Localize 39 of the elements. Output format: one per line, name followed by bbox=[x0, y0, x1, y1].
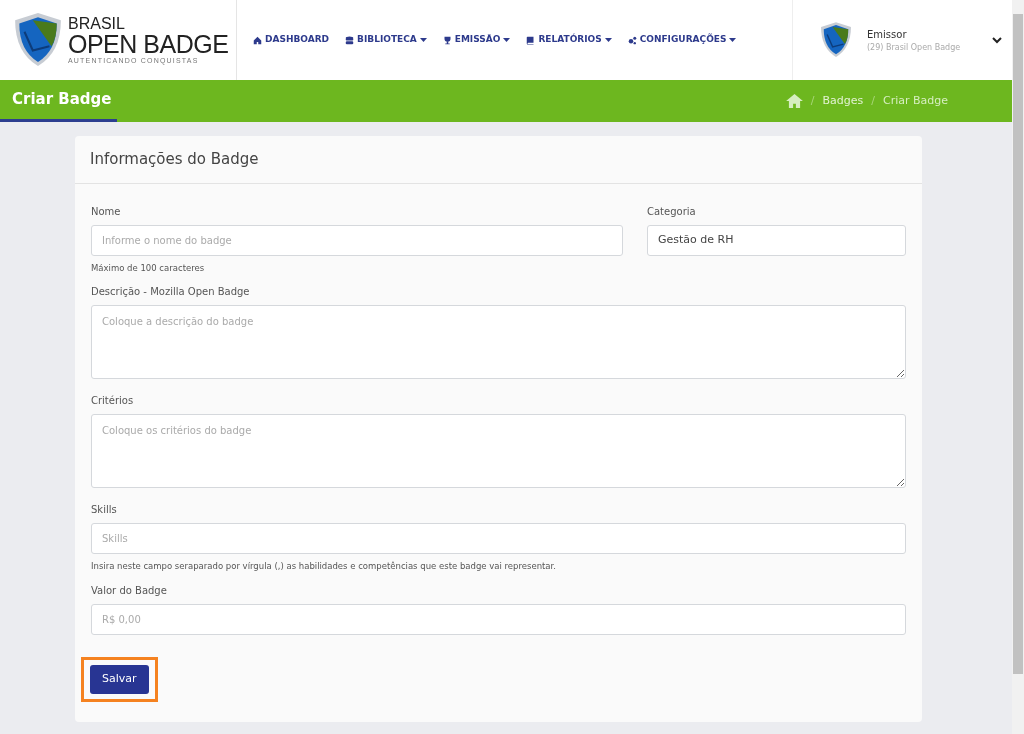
save-button[interactable]: Salvar bbox=[90, 665, 149, 694]
breadcrumb-current: Criar Badge bbox=[882, 92, 948, 109]
chevron-down-icon[interactable] bbox=[992, 36, 1003, 44]
field-label: Categoria bbox=[647, 204, 697, 219]
text-area[interactable]: Coloque a descrição do badge bbox=[91, 305, 906, 380]
input-field[interactable]: Skills bbox=[91, 523, 906, 555]
field-label: Critérios bbox=[91, 394, 135, 409]
field-label: Skills bbox=[91, 503, 118, 518]
trophy-icon bbox=[442, 35, 452, 45]
nav-link[interactable]: DASHBOARD bbox=[253, 33, 330, 47]
input-field[interactable]: R$ 0,00 bbox=[91, 604, 906, 635]
home-icon[interactable] bbox=[785, 94, 803, 108]
book-icon bbox=[526, 35, 536, 45]
database-icon bbox=[345, 35, 355, 45]
gears-icon bbox=[627, 35, 637, 45]
nav-link[interactable]: RELATÓRIOS bbox=[526, 33, 612, 47]
user-role: Emissor bbox=[867, 27, 908, 42]
user-organization: (29) Brasil Open Badge bbox=[867, 41, 961, 54]
breadcrumb-separator: / bbox=[810, 92, 815, 109]
card-title: Informações do Badge bbox=[75, 136, 922, 184]
avatar-logo-icon bbox=[819, 21, 853, 59]
brand-name: OPEN BADGE bbox=[68, 32, 229, 57]
field-label: Nome bbox=[91, 204, 122, 219]
text-area[interactable]: Coloque os critérios do badge bbox=[91, 414, 906, 489]
help-text: Insira neste campo seraparado por vírgula (,) as habilidades e competências que este badge vai representar. bbox=[91, 560, 557, 573]
nav-link[interactable]: EMISSÃO bbox=[442, 33, 511, 47]
nav-link[interactable]: BIBLIOTECA bbox=[345, 33, 427, 47]
breadcrumb-separator: / bbox=[871, 92, 875, 109]
scrollbar[interactable] bbox=[1012, 0, 1024, 734]
page-title: Criar Badge bbox=[0, 80, 117, 122]
help-text: Máximo de 100 caracteres bbox=[91, 261, 206, 275]
logo-icon bbox=[12, 11, 64, 69]
field-label: Valor do Badge bbox=[91, 584, 168, 598]
brand-name: BRASIL bbox=[68, 16, 126, 32]
input-field[interactable]: Informe o nome do badge bbox=[91, 224, 623, 256]
home-icon bbox=[253, 35, 262, 45]
nav-link[interactable]: CONFIGURAÇÕES bbox=[627, 33, 737, 47]
field-label: Descrição - Mozilla Open Badge bbox=[91, 285, 251, 300]
category-select[interactable]: Gestão de RH bbox=[647, 224, 906, 256]
